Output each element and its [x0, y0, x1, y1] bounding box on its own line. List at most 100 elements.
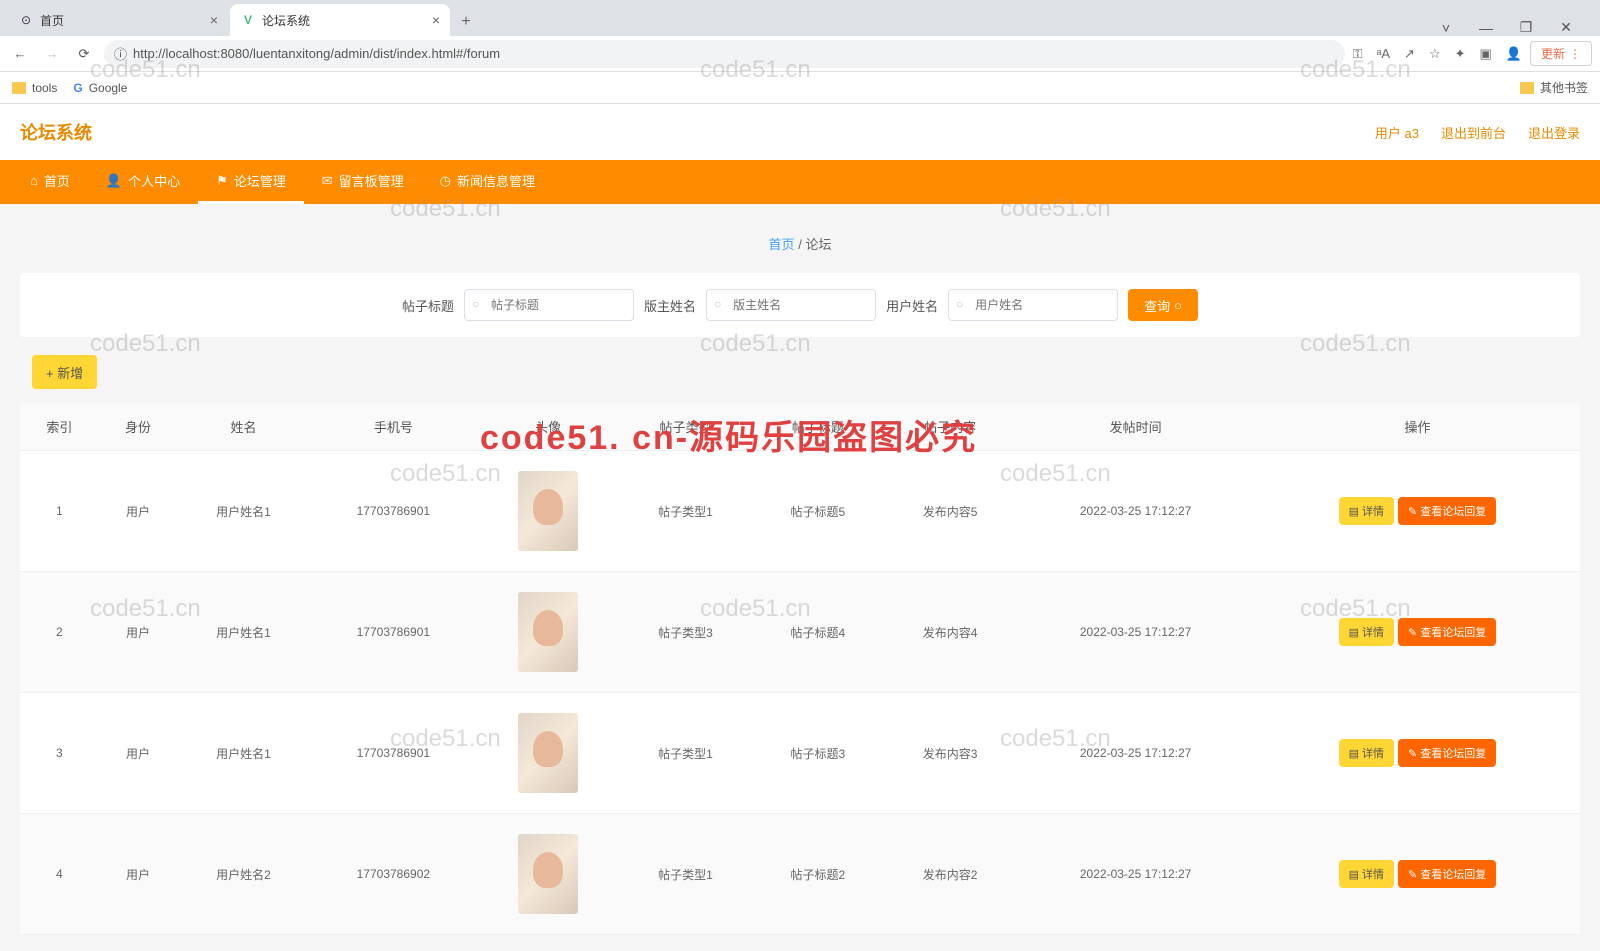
doc-icon: ▤: [1349, 747, 1359, 760]
folder-icon: [1520, 82, 1534, 94]
search-icon: ○: [1174, 298, 1182, 313]
url-input[interactable]: ⓘ http://localhost:8080/luentanxitong/ad…: [104, 40, 1345, 68]
search-icon: ○: [472, 297, 479, 311]
window-controls: ˅ — ❐ ✕: [1436, 19, 1592, 36]
view-reply-button[interactable]: ✎ 查看论坛回复: [1398, 860, 1496, 888]
column-header: 帖子标题: [752, 403, 884, 451]
browser-tab-active[interactable]: V 论坛系统 ×: [230, 4, 450, 36]
mod-input[interactable]: [706, 289, 876, 321]
view-reply-button[interactable]: ✎ 查看论坛回复: [1398, 618, 1496, 646]
flag-icon: ⚑: [216, 173, 228, 189]
tab-icon: ⊙: [18, 12, 34, 28]
edit-icon: ✎: [1408, 747, 1417, 760]
logo: 论坛系统: [20, 119, 92, 145]
browser-tab[interactable]: ⊙ 首页 ×: [8, 4, 228, 36]
message-icon: ✉: [322, 173, 333, 189]
detail-button[interactable]: ▤ 详情: [1339, 860, 1394, 888]
column-header: 帖子类型: [619, 403, 751, 451]
update-button[interactable]: 更新 ⋮: [1530, 41, 1592, 66]
key-icon[interactable]: ⚿: [1353, 46, 1363, 62]
bookmark-bar: tools G Google 其他书签: [0, 72, 1600, 104]
edit-icon: ✎: [1408, 868, 1417, 881]
view-reply-button[interactable]: ✎ 查看论坛回复: [1398, 497, 1496, 525]
edit-icon: ✎: [1408, 626, 1417, 639]
avatar: [518, 592, 578, 672]
avatar: [518, 471, 578, 551]
exit-front-link[interactable]: 退出到前台: [1441, 123, 1506, 142]
query-button[interactable]: 查询○: [1128, 289, 1198, 321]
column-header: 手机号: [310, 403, 477, 451]
doc-icon: ▤: [1349, 868, 1359, 881]
news-icon: ◷: [440, 173, 451, 189]
user-icon: 👤: [106, 173, 122, 189]
chevron-down-icon[interactable]: ˅: [1436, 20, 1456, 36]
nav-home[interactable]: ⌂首页: [12, 160, 88, 204]
menu-icon: ⋮: [1569, 47, 1581, 61]
column-header: 索引: [20, 403, 99, 451]
avatar: [518, 713, 578, 793]
tab-icon: V: [240, 12, 256, 28]
detail-button[interactable]: ▤ 详情: [1339, 497, 1394, 525]
doc-icon: ▤: [1349, 626, 1359, 639]
main-nav: ⌂首页 👤个人中心 ⚑论坛管理 ✉留言板管理 ◷新闻信息管理: [0, 160, 1600, 204]
column-header: 姓名: [177, 403, 309, 451]
new-tab-button[interactable]: +: [452, 8, 480, 36]
user-input[interactable]: [948, 289, 1118, 321]
column-header: 发帖时间: [1016, 403, 1255, 451]
nav-news[interactable]: ◷新闻信息管理: [422, 160, 553, 204]
nav-message[interactable]: ✉留言板管理: [304, 160, 422, 204]
breadcrumb: 首页 / 论坛: [20, 220, 1580, 273]
add-button[interactable]: + 新增: [32, 355, 97, 389]
search-icon: ○: [956, 297, 963, 311]
share-icon[interactable]: ↗: [1404, 46, 1415, 62]
bookmark-google[interactable]: G Google: [73, 81, 127, 95]
folder-icon: [12, 82, 26, 94]
minimize-button[interactable]: —: [1476, 20, 1496, 36]
search-icon: ○: [714, 297, 721, 311]
info-icon: ⓘ: [114, 44, 127, 63]
profile-icon[interactable]: 👤: [1506, 46, 1522, 62]
forward-button[interactable]: →: [40, 42, 64, 66]
user-label[interactable]: 用户 a3: [1375, 123, 1419, 142]
maximize-button[interactable]: ❐: [1516, 19, 1536, 36]
bookmark-other[interactable]: 其他书签: [1520, 79, 1588, 96]
column-header: 帖子内容: [884, 403, 1016, 451]
translate-icon[interactable]: ᵃA: [1377, 46, 1391, 61]
address-bar: ← → ⟳ ⓘ http://localhost:8080/luentanxit…: [0, 36, 1600, 72]
close-icon[interactable]: ×: [210, 12, 218, 28]
edit-icon: ✎: [1408, 505, 1417, 518]
nav-forum[interactable]: ⚑论坛管理: [198, 160, 304, 204]
data-table: 索引身份姓名手机号头像帖子类型帖子标题帖子内容发帖时间操作 1用户用户姓名117…: [20, 403, 1580, 935]
title-label: 帖子标题: [402, 296, 454, 315]
tab-title: 论坛系统: [262, 12, 310, 29]
view-reply-button[interactable]: ✎ 查看论坛回复: [1398, 739, 1496, 767]
panel-icon[interactable]: ▣: [1480, 46, 1492, 62]
doc-icon: ▤: [1349, 505, 1359, 518]
table-row: 1用户用户姓名117703786901帖子类型1帖子标题5发布内容52022-0…: [20, 451, 1580, 572]
bookmark-tools[interactable]: tools: [12, 81, 57, 95]
column-header: 身份: [99, 403, 178, 451]
close-window-button[interactable]: ✕: [1556, 19, 1576, 36]
back-button[interactable]: ←: [8, 42, 32, 66]
logout-link[interactable]: 退出登录: [1528, 123, 1580, 142]
table-row: 2用户用户姓名117703786901帖子类型3帖子标题4发布内容42022-0…: [20, 572, 1580, 693]
home-icon: ⌂: [30, 173, 38, 188]
breadcrumb-home[interactable]: 首页: [769, 237, 795, 252]
mod-label: 版主姓名: [644, 296, 696, 315]
browser-tab-bar: ⊙ 首页 × V 论坛系统 × + ˅ — ❐ ✕: [0, 0, 1600, 36]
extensions-icon[interactable]: ✦: [1455, 46, 1466, 62]
title-input[interactable]: [464, 289, 634, 321]
table-row: 4用户用户姓名217703786902帖子类型1帖子标题2发布内容22022-0…: [20, 814, 1580, 935]
nav-profile[interactable]: 👤个人中心: [88, 160, 198, 204]
close-icon[interactable]: ×: [432, 12, 440, 28]
column-header: 操作: [1255, 403, 1580, 451]
breadcrumb-current: 论坛: [805, 237, 831, 252]
detail-button[interactable]: ▤ 详情: [1339, 739, 1394, 767]
star-icon[interactable]: ☆: [1429, 46, 1441, 62]
user-label: 用户姓名: [886, 296, 938, 315]
reload-button[interactable]: ⟳: [72, 42, 96, 66]
tab-title: 首页: [40, 12, 64, 29]
content: 首页 / 论坛 帖子标题 ○ 版主姓名 ○ 用户姓名 ○ 查询○ + 新增 索引…: [0, 204, 1600, 951]
avatar: [518, 834, 578, 914]
detail-button[interactable]: ▤ 详情: [1339, 618, 1394, 646]
